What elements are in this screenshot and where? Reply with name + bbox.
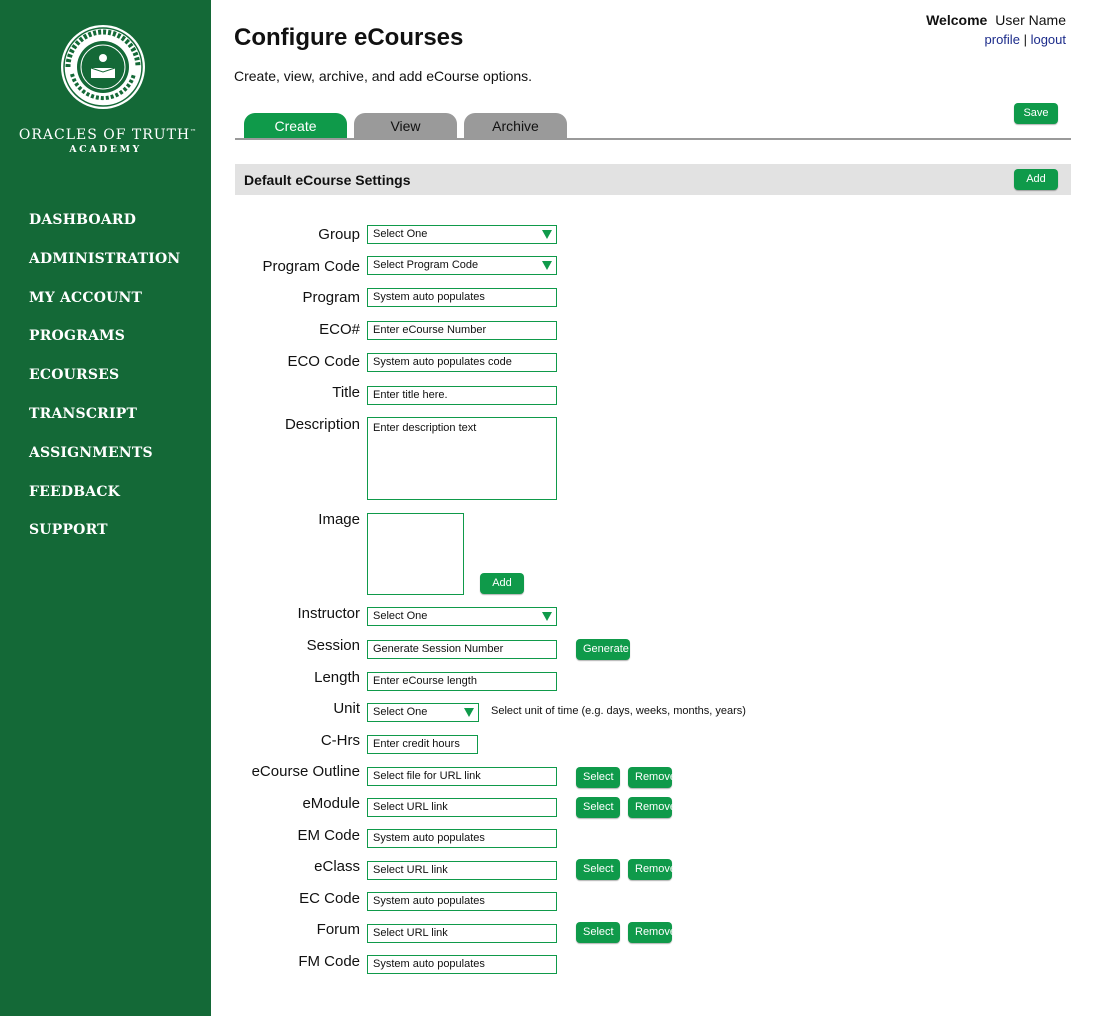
title-label: Title (332, 384, 360, 401)
tab-divider (235, 138, 1071, 140)
welcome-block: Welcome User Name (926, 12, 1066, 28)
emodule-label: eModule (302, 795, 360, 812)
dropdown-arrow-icon (542, 230, 552, 239)
ec-code-label: EC Code (299, 890, 360, 907)
tab-view[interactable]: View (354, 113, 457, 138)
em-code-input[interactable]: System auto populates (367, 829, 557, 848)
brand-wordmark: ORACLES OF TRUTH™ ACADEMY (0, 127, 211, 155)
instructor-select-value: Select One (373, 610, 428, 622)
em-code-label: EM Code (297, 827, 360, 844)
nav-item-transcript[interactable]: TRANSCRIPT (29, 404, 180, 443)
emodule-select-button[interactable]: Select (576, 797, 620, 818)
profile-link[interactable]: profile (985, 32, 1020, 47)
user-name: User Name (995, 12, 1066, 28)
description-textarea[interactable]: Enter description text (367, 417, 557, 500)
program-code-select[interactable]: Select Program Code (367, 256, 557, 275)
forum-select-button[interactable]: Select (576, 922, 620, 943)
nav-item-support[interactable]: SUPPORT (29, 520, 180, 559)
group-select[interactable]: Select One (367, 225, 557, 244)
dropdown-arrow-icon (464, 708, 474, 717)
forum-input[interactable]: Select URL link (367, 924, 557, 943)
forum-remove-button[interactable]: Remove (628, 922, 676, 943)
forum-label: Forum (316, 921, 360, 938)
nav-item-ecourses[interactable]: ECOURSES (29, 365, 180, 404)
dropdown-arrow-icon (542, 261, 552, 270)
image-preview (367, 513, 464, 595)
brand-name: ORACLES OF TRUTH (18, 127, 191, 143)
academy-seal-logo (61, 25, 145, 109)
logout-link[interactable]: logout (1031, 32, 1066, 47)
unit-label: Unit (333, 700, 360, 717)
welcome-label: Welcome (926, 12, 988, 28)
eclass-input[interactable]: Select URL link (367, 861, 557, 880)
add-settings-button[interactable]: Add (1014, 169, 1058, 190)
ecourse-outline-input[interactable]: Select file for URL link (367, 767, 557, 786)
credit-hours-input[interactable]: Enter credit hours (367, 735, 478, 754)
eco-code-input[interactable]: System auto populates code (367, 353, 557, 372)
length-label: Length (314, 669, 360, 686)
program-code-select-value: Select Program Code (373, 259, 479, 271)
unit-select[interactable]: Select One (367, 703, 479, 722)
save-button[interactable]: Save (1014, 103, 1058, 124)
fm-code-input[interactable]: System auto populates (367, 955, 557, 974)
eclass-remove-button[interactable]: Remove (628, 859, 676, 880)
section-header: Default eCourse Settings (235, 164, 1071, 195)
emodule-input[interactable]: Select URL link (367, 798, 557, 817)
brand-subtitle: ACADEMY (69, 144, 142, 155)
nav-item-assignments[interactable]: ASSIGNMENTS (29, 443, 180, 482)
tab-create[interactable]: Create (244, 113, 347, 138)
dropdown-arrow-icon (542, 612, 552, 621)
page-subtitle: Create, view, archive, and add eCourse o… (234, 68, 533, 84)
instructor-label: Instructor (297, 605, 360, 622)
session-label: Session (306, 637, 360, 654)
nav-item-my-account[interactable]: MY ACCOUNT (29, 288, 180, 327)
program-input[interactable]: System auto populates (367, 288, 557, 307)
group-label: Group (318, 226, 360, 243)
eco-code-label: ECO Code (287, 353, 360, 370)
length-input[interactable]: Enter eCourse length (367, 672, 557, 691)
nav-item-feedback[interactable]: FEEDBACK (29, 482, 180, 521)
generate-session-button[interactable]: Generate (576, 639, 630, 660)
add-image-button[interactable]: Add (480, 573, 524, 594)
unit-hint: Select unit of time (e.g. days, weeks, m… (491, 705, 746, 717)
fm-code-label: FM Code (298, 953, 360, 970)
credit-hours-label: C-Hrs (320, 732, 360, 749)
program-code-label: Program Code (262, 258, 360, 275)
ecourse-outline-label: eCourse Outline (251, 763, 360, 780)
eclass-label: eClass (314, 858, 360, 875)
user-links: profile | logout (985, 32, 1066, 47)
ec-code-input[interactable]: System auto populates (367, 892, 557, 911)
title-input[interactable]: Enter title here. (367, 386, 557, 405)
instructor-select[interactable]: Select One (367, 607, 557, 626)
emodule-remove-button[interactable]: Remove (628, 797, 676, 818)
image-label: Image (318, 511, 360, 528)
tab-bar: Create View Archive (244, 113, 567, 138)
eclass-select-button[interactable]: Select (576, 859, 620, 880)
description-label: Description (284, 416, 360, 433)
unit-select-value: Select One (373, 706, 428, 718)
session-input[interactable]: Generate Session Number (367, 640, 557, 659)
nav-item-administration[interactable]: ADMINISTRATION (29, 249, 180, 288)
outline-select-button[interactable]: Select (576, 767, 620, 788)
outline-remove-button[interactable]: Remove (628, 767, 676, 788)
section-title: Default eCourse Settings (244, 172, 411, 188)
page-title: Configure eCourses (234, 24, 464, 51)
sidebar-nav: DASHBOARD ADMINISTRATION MY ACCOUNT PROG… (29, 210, 180, 559)
tab-archive[interactable]: Archive (464, 113, 567, 138)
eco-number-label: ECO# (319, 321, 360, 338)
sidebar: ORACLES OF TRUTH™ ACADEMY DASHBOARD ADMI… (0, 0, 211, 1016)
brand-trademark: ™ (190, 128, 197, 136)
nav-item-dashboard[interactable]: DASHBOARD (29, 210, 180, 249)
nav-item-programs[interactable]: PROGRAMS (29, 326, 180, 365)
link-separator: | (1023, 32, 1027, 47)
eco-number-input[interactable]: Enter eCourse Number (367, 321, 557, 340)
group-select-value: Select One (373, 228, 428, 240)
program-label: Program (302, 289, 360, 306)
